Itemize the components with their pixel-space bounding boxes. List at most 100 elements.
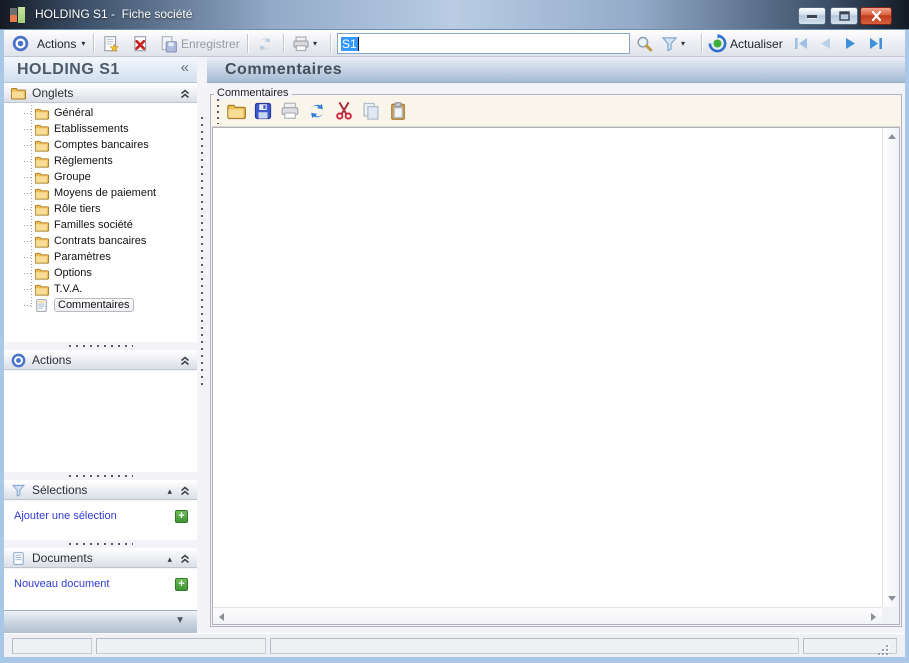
scroll-left-arrow-icon[interactable] (219, 613, 224, 621)
tree-item-reglements[interactable]: Règlements (4, 153, 197, 169)
toolbar-separator (93, 34, 94, 53)
sidebar-bottom-bar: ▼ (4, 610, 197, 633)
section-header-selections[interactable]: Sélections ▴ (4, 480, 197, 500)
new-document-plus-icon[interactable]: + (175, 578, 188, 591)
actions-target-icon (11, 33, 30, 54)
paste-button[interactable] (386, 99, 410, 123)
add-selection-link[interactable]: Ajouter une sélection (14, 510, 117, 522)
folder-icon (34, 108, 49, 120)
print-comment-button[interactable] (278, 99, 302, 123)
new-record-button[interactable] (100, 33, 121, 54)
section-header-documents[interactable]: Documents ▴ (4, 548, 197, 568)
toolbar-drag-handle[interactable] (217, 99, 219, 124)
collapse-section-icon[interactable] (179, 355, 191, 367)
actions-panel (4, 371, 197, 472)
save-button[interactable]: Enregistrer (158, 33, 244, 54)
status-panel (96, 638, 266, 654)
tree-item-commentaires[interactable]: Commentaires (4, 297, 197, 313)
search-go-button[interactable] (634, 33, 655, 54)
search-input[interactable]: S1 (337, 33, 630, 54)
section-label-onglets: Onglets (32, 86, 74, 100)
tree-item-tva[interactable]: T.V.A. (4, 281, 197, 297)
scroll-up-icon[interactable]: ▴ (167, 554, 172, 564)
nav-next-icon (846, 38, 855, 49)
delete-record-button[interactable] (130, 33, 151, 54)
tree-item-role-tiers[interactable]: Rôle tiers (4, 201, 197, 217)
sidebar-collapse-icon[interactable]: « (181, 59, 189, 76)
refresh-icon (310, 103, 324, 119)
cut-button[interactable] (332, 99, 356, 123)
nav-last-button[interactable] (866, 33, 886, 54)
documents-panel: Nouveau document + (4, 569, 197, 610)
sidebar-splitter[interactable] (4, 342, 197, 350)
tree-item-comptes-bancaires[interactable]: Comptes bancaires (4, 137, 197, 153)
resize-grip-icon[interactable] (878, 645, 890, 657)
tree-item-moyens-de-paiement[interactable]: Moyens de paiement (4, 185, 197, 201)
tree-item-etablissements[interactable]: Etablissements (4, 121, 197, 137)
horizontal-scrollbar[interactable] (213, 607, 882, 624)
minimize-icon (807, 14, 817, 18)
refresh-comment-button[interactable] (305, 99, 329, 123)
nav-next-button[interactable] (842, 33, 860, 54)
app-surface: Actions ▾ Enregistrer ▾ S1 ▾ Actualiser … (4, 30, 905, 657)
tree-item-familles-societe[interactable]: Familles société (4, 217, 197, 233)
filter-button[interactable]: ▾ (659, 33, 686, 54)
close-icon (871, 11, 881, 21)
section-header-actions[interactable]: Actions (4, 350, 197, 370)
nav-previous-button[interactable] (816, 33, 834, 54)
maximize-button[interactable] (830, 7, 858, 25)
tree-item-contrats-bancaires[interactable]: Contrats bancaires (4, 233, 197, 249)
note-icon (36, 298, 47, 312)
panel-splitter[interactable] (197, 57, 207, 633)
refresh-button[interactable] (254, 33, 276, 54)
vertical-scrollbar[interactable] (882, 128, 899, 607)
target-icon (11, 353, 26, 367)
scroll-up-icon[interactable]: ▴ (167, 486, 172, 496)
sidebar-splitter[interactable] (4, 472, 197, 480)
section-label-documents: Documents (32, 551, 93, 565)
nav-first-icon (795, 38, 807, 49)
actualiser-button[interactable]: Actualiser (707, 33, 787, 54)
filter-funnel-icon (11, 484, 26, 497)
nav-first-button[interactable] (791, 33, 811, 54)
collapse-section-icon[interactable] (179, 88, 191, 100)
section-header-onglets[interactable]: Onglets (4, 83, 197, 103)
sidebar-splitter[interactable] (4, 540, 197, 548)
new-document-link[interactable]: Nouveau document (14, 578, 109, 590)
status-panel (12, 638, 92, 654)
nav-previous-icon (821, 38, 830, 49)
minimize-button[interactable] (798, 7, 826, 25)
actions-menu-button[interactable]: Actions ▾ (33, 33, 86, 54)
comment-textarea[interactable] (212, 127, 900, 625)
tree-item-options[interactable]: Options (4, 265, 197, 281)
scroll-up-arrow-icon[interactable] (888, 134, 896, 139)
open-button[interactable] (224, 99, 248, 123)
tree-item-general[interactable]: Général (4, 105, 197, 121)
tree-item-groupe[interactable]: Groupe (4, 169, 197, 185)
section-label-selections: Sélections (32, 483, 88, 497)
copy-button[interactable] (359, 99, 383, 123)
collapse-section-icon[interactable] (179, 553, 191, 565)
onglets-tree: Général Etablissements Comptes bancaires… (4, 103, 197, 342)
tree-item-parametres[interactable]: Paramètres (4, 249, 197, 265)
folder-icon (34, 172, 49, 184)
titlebar[interactable]: HOLDING S1 - Fiche société (0, 0, 909, 30)
collapse-section-icon[interactable] (179, 485, 191, 497)
print-button[interactable]: ▾ (290, 33, 318, 54)
scroll-down-arrow-icon[interactable] (888, 596, 896, 601)
print-icon (293, 35, 309, 51)
status-panel (803, 638, 897, 657)
more-sections-icon[interactable]: ▼ (175, 615, 185, 626)
text-caret (357, 36, 359, 51)
status-bar (4, 633, 905, 657)
commentaires-toolbar (212, 96, 900, 127)
add-selection-plus-icon[interactable]: + (175, 510, 188, 523)
save-comment-button[interactable] (251, 99, 275, 123)
app-logo-icon (10, 7, 26, 23)
close-button[interactable] (860, 7, 892, 25)
folder-icon (34, 236, 49, 248)
open-folder-icon (227, 104, 246, 120)
scroll-right-arrow-icon[interactable] (871, 613, 876, 621)
selections-panel: Ajouter une sélection + (4, 501, 197, 540)
save-label: Enregistrer (181, 36, 240, 51)
